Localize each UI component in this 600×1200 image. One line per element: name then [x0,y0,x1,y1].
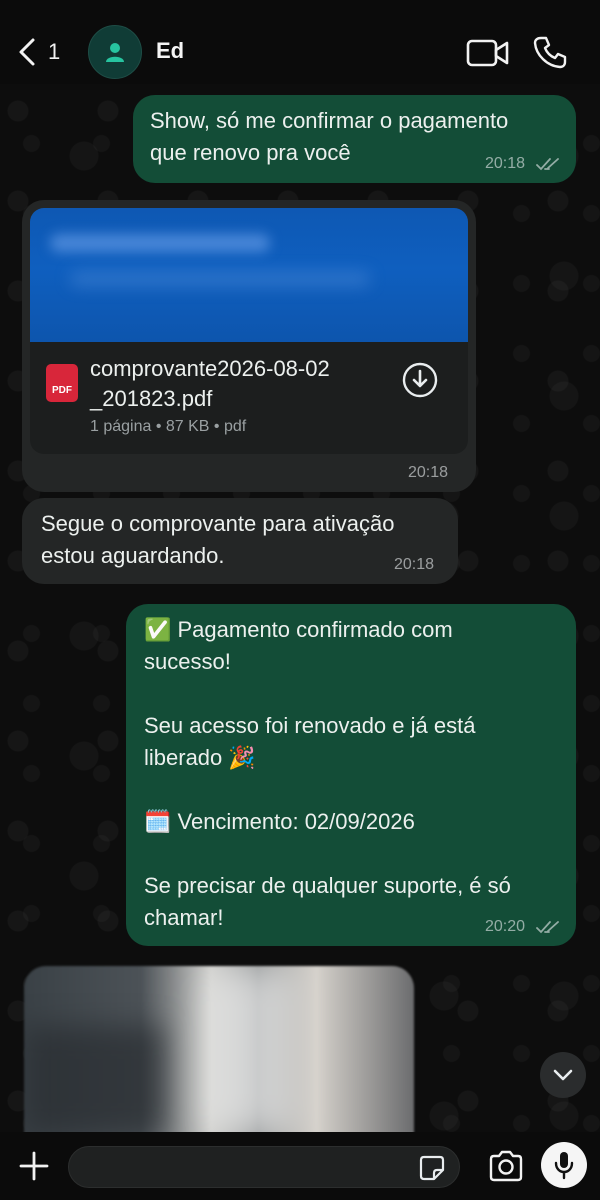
message-time: 20:20 [485,918,560,936]
video-call-button[interactable] [466,36,510,70]
unread-count: 1 [48,39,61,64]
outgoing-message[interactable]: ✅ Pagamento confirmado com sucesso! Seu … [126,604,576,946]
document-file-name: comprovante2026-08-02 _201823.pdf [90,356,330,411]
message-input-box[interactable] [68,1146,460,1189]
message-composer [0,1132,600,1200]
download-button[interactable] [402,362,438,398]
document-preview[interactable] [30,208,468,342]
message-text: Segue o comprovante para ativação estou … [41,511,395,568]
video-camera-icon [466,39,509,67]
message-input[interactable] [85,1147,409,1189]
incoming-image-message[interactable] [24,966,414,1136]
message-time: 20:18 [485,155,560,173]
pdf-file-icon: PDF [46,364,78,402]
plus-icon [19,1151,49,1181]
download-icon [402,362,438,398]
message-text: ✅ Pagamento confirmado com sucesso! Seu … [144,617,511,930]
chevron-left-icon [19,38,35,66]
double-check-icon [535,157,559,171]
person-icon [106,43,124,62]
sticker-button[interactable] [419,1155,445,1181]
back-button[interactable]: 1 [16,34,66,70]
message-time: 20:18 [394,556,435,573]
sticker-icon [419,1155,445,1181]
incoming-document-message[interactable]: PDF comprovante2026-08-02 _201823.pdf 1 … [22,200,476,492]
message-time: 20:18 [408,464,449,481]
phone-icon [533,36,567,69]
double-check-icon [535,920,559,934]
contact-name[interactable]: Ed [156,38,184,64]
voice-call-button[interactable] [532,34,568,70]
microphone-icon [554,1152,574,1180]
incoming-message[interactable]: Segue o comprovante para ativação estou … [22,498,458,584]
message-text: Show, só me confirmar o pagamento que re… [150,108,509,165]
document-meta: 1 página • 87 KB • pdf [90,418,247,435]
camera-button[interactable] [488,1150,524,1182]
scroll-to-bottom-button[interactable] [540,1052,586,1098]
chevron-down-icon [553,1069,573,1081]
contact-avatar[interactable] [88,25,142,79]
camera-icon [489,1150,523,1182]
attach-button[interactable] [18,1150,50,1182]
voice-message-button[interactable] [541,1142,587,1188]
chat-header: 1 Ed [0,0,600,84]
document-card[interactable]: PDF comprovante2026-08-02 _201823.pdf 1 … [30,342,468,454]
outgoing-message[interactable]: Show, só me confirmar o pagamento que re… [133,95,576,183]
